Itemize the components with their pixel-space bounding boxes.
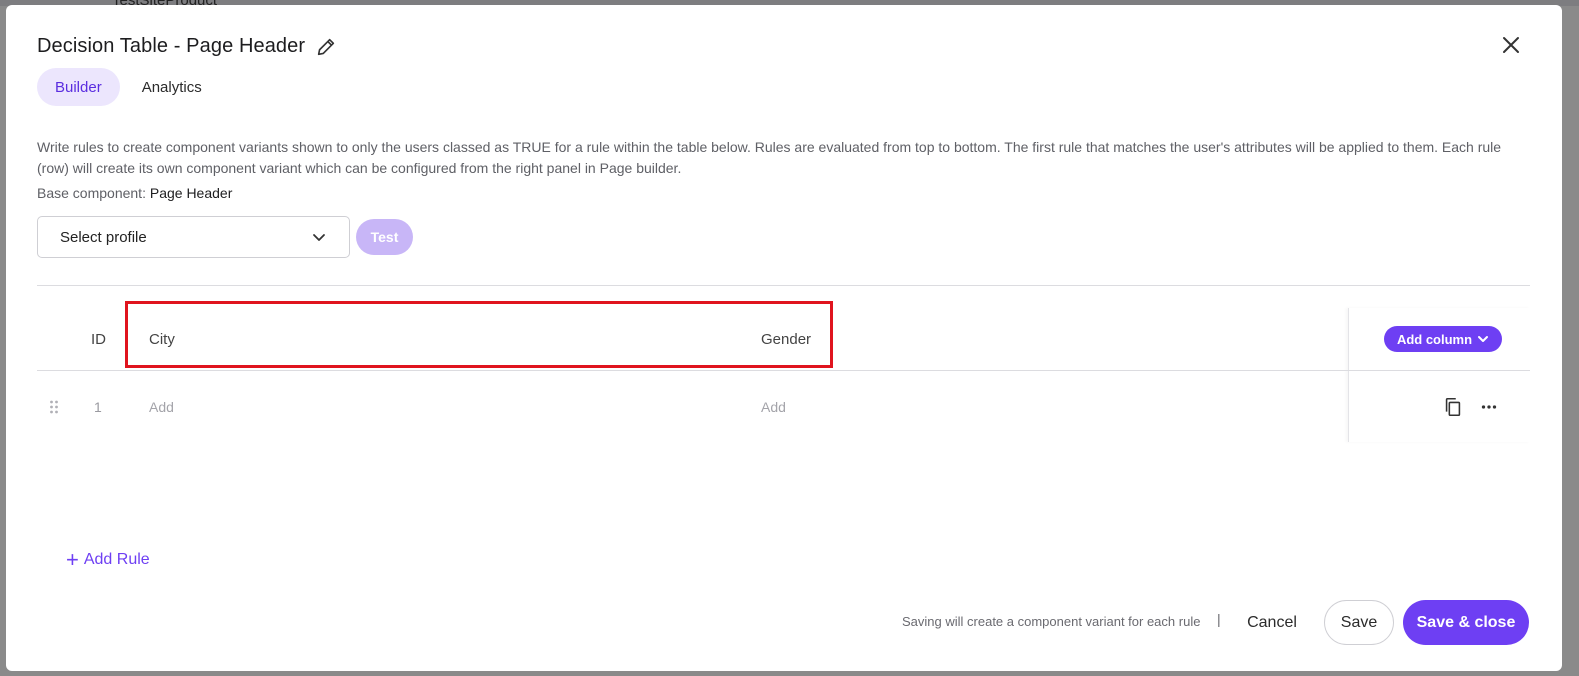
tab-builder[interactable]: Builder [37, 68, 120, 106]
chevron-down-icon [1478, 336, 1489, 342]
header-row-divider [37, 370, 1530, 371]
save-and-close-button[interactable]: Save & close [1403, 600, 1529, 645]
drag-handle-icon[interactable] [49, 399, 59, 415]
save-button[interactable]: Save [1324, 600, 1394, 645]
more-horizontal-icon[interactable] [1478, 396, 1500, 418]
base-component-value: Page Header [149, 185, 233, 201]
add-rule-label: Add Rule [83, 551, 150, 568]
dialog-title: Decision Table - Page Header [37, 35, 306, 57]
tab-analytics[interactable]: Analytics [124, 68, 220, 106]
base-component-info: Base component: Page Header [37, 185, 232, 201]
dialog-header: Decision Table - Page Header [37, 35, 337, 58]
dialog-description: Write rules to create component variants… [37, 139, 1502, 176]
copy-icon[interactable] [1442, 396, 1464, 418]
profile-select[interactable]: Select profile [37, 216, 350, 258]
footer-note: Saving will create a component variant f… [902, 614, 1201, 629]
pencil-icon[interactable] [315, 36, 337, 58]
add-column-button[interactable]: Add column [1384, 326, 1502, 352]
highlight-annotation-box [125, 301, 833, 368]
base-component-label: Base component: [37, 185, 146, 201]
decision-table-dialog: Decision Table - Page Header Builder Ana… [6, 5, 1562, 671]
footer-separator: | [1217, 611, 1221, 627]
table-cell-city[interactable]: Add [149, 399, 174, 415]
chevron-down-icon [311, 229, 327, 245]
column-header-id: ID [91, 331, 106, 348]
test-button[interactable]: Test [356, 219, 413, 255]
cancel-button[interactable]: Cancel [1233, 604, 1311, 642]
plus-icon: + [66, 547, 79, 572]
table-cell-gender[interactable]: Add [761, 399, 786, 415]
profile-select-value: Select profile [60, 228, 147, 246]
section-divider [37, 285, 1530, 286]
close-icon[interactable] [1499, 33, 1523, 57]
dialog-tabs: Builder Analytics [37, 68, 220, 106]
table-row-id: 1 [94, 399, 102, 415]
add-column-label: Add column [1396, 331, 1473, 347]
add-rule-button[interactable]: + Add Rule [66, 547, 150, 572]
